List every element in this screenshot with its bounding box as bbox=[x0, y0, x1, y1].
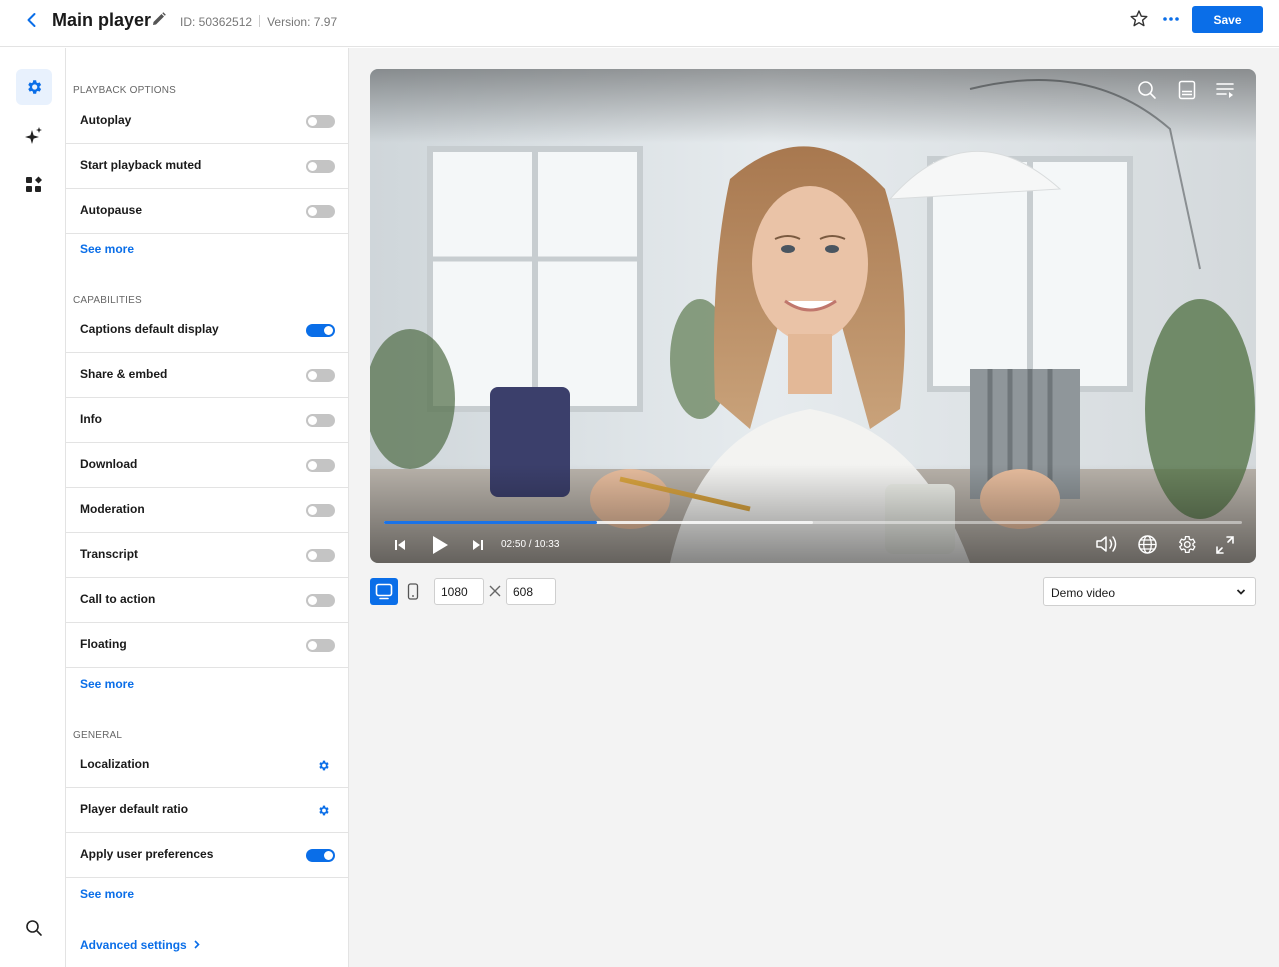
setting-row-call-to-action: Call to action bbox=[66, 578, 348, 623]
setting-label: Floating bbox=[80, 637, 127, 651]
setting-row-floating: Floating bbox=[66, 623, 348, 668]
video-frame-image bbox=[370, 69, 1256, 563]
chevron-right-icon bbox=[194, 940, 200, 949]
transcript-toggle[interactable] bbox=[306, 549, 335, 562]
pencil-icon[interactable] bbox=[151, 11, 167, 27]
next-icon[interactable] bbox=[471, 538, 485, 552]
advanced-settings-label: Advanced settings bbox=[80, 938, 187, 952]
fullscreen-icon[interactable] bbox=[1215, 535, 1235, 555]
seek-bar[interactable] bbox=[384, 521, 1242, 524]
start-muted-toggle[interactable] bbox=[306, 160, 335, 173]
download-toggle[interactable] bbox=[306, 459, 335, 472]
setting-label: Player default ratio bbox=[80, 802, 189, 816]
playlist-icon[interactable] bbox=[1214, 79, 1236, 101]
rail-search-button[interactable] bbox=[16, 910, 52, 946]
moderation-toggle[interactable] bbox=[306, 504, 335, 517]
setting-label: Moderation bbox=[80, 502, 145, 516]
setting-label: Autopause bbox=[80, 203, 143, 217]
time-readout: 02:50 / 10:33 bbox=[501, 539, 560, 550]
back-arrow-icon[interactable] bbox=[22, 10, 42, 30]
autopause-toggle[interactable] bbox=[306, 205, 335, 218]
section-title-general: GENERAL bbox=[73, 730, 123, 741]
setting-row-default-ratio: Player default ratio bbox=[66, 788, 348, 833]
play-icon[interactable] bbox=[431, 535, 449, 555]
rail-widgets-button[interactable] bbox=[16, 167, 52, 203]
setting-label: Apply user preferences bbox=[80, 847, 214, 861]
desktop-view-button[interactable] bbox=[370, 578, 398, 605]
setting-row-info: Info bbox=[66, 398, 348, 443]
preview-area: 02:50 / 10:33 1080 608 Demo video bbox=[349, 48, 1279, 967]
transcript-panel-icon[interactable] bbox=[1176, 79, 1198, 101]
captions-toggle[interactable] bbox=[306, 324, 335, 337]
localization-settings-icon[interactable] bbox=[317, 759, 330, 772]
meta-divider bbox=[259, 15, 261, 27]
call-to-action-toggle[interactable] bbox=[306, 594, 335, 607]
info-toggle[interactable] bbox=[306, 414, 335, 427]
setting-row-start-muted: Start playback muted bbox=[66, 144, 348, 189]
setting-label: Autoplay bbox=[80, 113, 132, 127]
setting-label: Transcript bbox=[80, 547, 139, 561]
share-embed-toggle[interactable] bbox=[306, 369, 335, 382]
more-options-icon[interactable] bbox=[1160, 9, 1182, 29]
setting-label: Localization bbox=[80, 757, 150, 771]
setting-row-transcript: Transcript bbox=[66, 533, 348, 578]
setting-row-autopause: Autopause bbox=[66, 189, 348, 234]
settings-icon[interactable] bbox=[1176, 534, 1197, 555]
section-title-playback: PLAYBACK OPTIONS bbox=[73, 85, 177, 96]
settings-panel: PLAYBACK OPTIONS Autoplay Start playback… bbox=[66, 48, 349, 967]
video-player[interactable]: 02:50 / 10:33 bbox=[370, 69, 1256, 563]
setting-label: Start playback muted bbox=[80, 158, 202, 172]
see-more-capabilities-link[interactable]: See more bbox=[80, 677, 134, 691]
page-title: Main player bbox=[52, 10, 152, 30]
setting-row-user-preferences: Apply user preferences bbox=[66, 833, 348, 878]
top-bar: Main player ID: 50362512 Version: 7.97 Sa… bbox=[0, 0, 1279, 47]
mobile-view-button[interactable] bbox=[399, 578, 427, 605]
globe-icon[interactable] bbox=[1137, 534, 1158, 555]
setting-label: Info bbox=[80, 412, 102, 426]
setting-row-autoplay: Autoplay bbox=[66, 99, 348, 144]
played-range bbox=[384, 521, 597, 524]
rail-ai-button[interactable] bbox=[16, 118, 52, 154]
search-icon bbox=[26, 920, 42, 936]
selected-video: Demo video bbox=[1051, 586, 1116, 600]
autoplay-toggle[interactable] bbox=[306, 115, 335, 128]
left-rail bbox=[0, 48, 66, 967]
height-input[interactable] bbox=[506, 578, 556, 605]
user-preferences-toggle[interactable] bbox=[306, 849, 335, 862]
floating-toggle[interactable] bbox=[306, 639, 335, 652]
times-icon bbox=[489, 585, 501, 597]
setting-label: Captions default display bbox=[80, 322, 219, 336]
chevron-down-icon bbox=[1236, 589, 1246, 595]
search-icon[interactable] bbox=[1136, 79, 1158, 101]
see-more-playback-link[interactable]: See more bbox=[80, 242, 134, 256]
volume-icon[interactable] bbox=[1094, 533, 1122, 555]
sparkle-icon bbox=[25, 127, 42, 144]
setting-row-captions: Captions default display bbox=[66, 308, 348, 353]
save-button[interactable]: Save bbox=[1192, 6, 1263, 33]
gear-icon bbox=[28, 80, 42, 94]
setting-row-share-embed: Share & embed bbox=[66, 353, 348, 398]
default-ratio-settings-icon[interactable] bbox=[317, 804, 330, 817]
previous-icon[interactable] bbox=[393, 538, 407, 552]
width-input[interactable] bbox=[434, 578, 484, 605]
rail-settings-button[interactable] bbox=[16, 69, 52, 105]
section-title-capabilities: CAPABILITIES bbox=[73, 295, 142, 306]
setting-label: Share & embed bbox=[80, 367, 168, 381]
setting-row-localization: Localization bbox=[66, 743, 348, 788]
player-id: ID: 50362512 bbox=[180, 15, 253, 29]
player-version: Version: 7.97 bbox=[267, 15, 338, 29]
mobile-icon bbox=[407, 583, 419, 600]
setting-label: Download bbox=[80, 457, 138, 471]
setting-row-moderation: Moderation bbox=[66, 488, 348, 533]
advanced-settings-link[interactable]: Advanced settings bbox=[80, 938, 201, 952]
desktop-icon bbox=[375, 583, 393, 600]
see-more-general-link[interactable]: See more bbox=[80, 887, 134, 901]
setting-label: Call to action bbox=[80, 592, 156, 606]
widgets-icon bbox=[26, 176, 42, 192]
setting-row-download: Download bbox=[66, 443, 348, 488]
demo-video-select[interactable]: Demo video bbox=[1043, 577, 1256, 606]
star-icon[interactable] bbox=[1129, 9, 1149, 29]
player-meta: ID: 50362512 Version: 7.97 bbox=[180, 15, 337, 29]
